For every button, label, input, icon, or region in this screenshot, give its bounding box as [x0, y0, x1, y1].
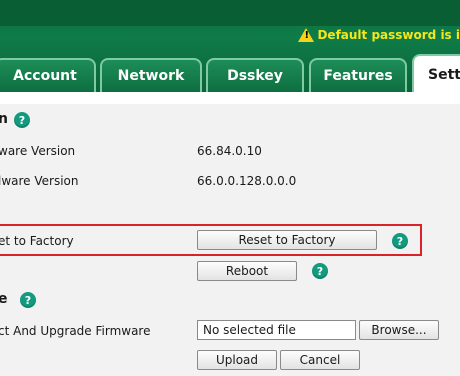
firmware-version-label: ware Version: [0, 144, 76, 158]
reset-to-factory-button[interactable]: Reset to Factory: [197, 230, 377, 250]
firmware-version-value: 66.84.0.10: [197, 144, 262, 158]
tab-features[interactable]: Features: [309, 58, 407, 92]
reset-factory-label: et to Factory: [0, 234, 74, 248]
tab-account[interactable]: Account: [0, 58, 96, 92]
hardware-version-value: 66.0.0.128.0.0.0: [197, 174, 297, 188]
upgrade-section-title: e: [0, 291, 8, 307]
panel-top-band: [0, 92, 460, 104]
tab-network[interactable]: Network: [100, 58, 202, 92]
tab-settings[interactable]: Sett: [412, 54, 460, 94]
version-help-icon[interactable]: ?: [14, 112, 30, 128]
reboot-help-icon[interactable]: ?: [312, 263, 328, 279]
warning-triangle-icon: !: [298, 28, 315, 42]
version-section-title: n: [0, 111, 8, 127]
browse-button[interactable]: Browse...: [359, 320, 439, 340]
firmware-file-field[interactable]: No selected file: [197, 320, 356, 340]
reboot-button[interactable]: Reboot: [197, 261, 297, 281]
hardware-version-label: lware Version: [0, 174, 79, 188]
warning-text: Default password is i: [317, 28, 460, 42]
default-password-warning: ! Default password is i: [298, 26, 460, 44]
cancel-button[interactable]: Cancel: [280, 350, 360, 370]
tab-dsskey[interactable]: Dsskey: [206, 58, 304, 92]
upload-button[interactable]: Upload: [197, 350, 277, 370]
header-top-strip: [0, 0, 460, 26]
reset-factory-help-icon[interactable]: ?: [392, 233, 408, 249]
upgrade-firmware-label: ct And Upgrade Firmware: [0, 324, 151, 338]
upgrade-help-icon[interactable]: ?: [20, 292, 36, 308]
